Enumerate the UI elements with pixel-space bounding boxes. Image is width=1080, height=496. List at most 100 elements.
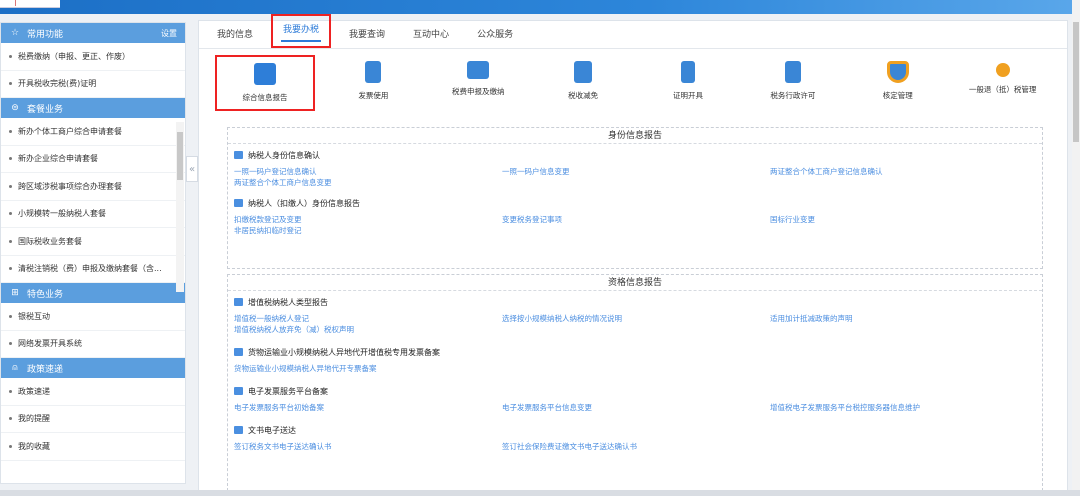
bullet-icon [9, 82, 12, 86]
id-card-icon [234, 199, 243, 207]
bullet-icon [9, 129, 12, 133]
sidebar-item[interactable]: 国际税收业务套餐 [1, 228, 185, 256]
link[interactable]: 签订税务文书电子送达确认书 [234, 441, 502, 452]
tab-bar: 我的信息 我要办税 我要查询 互动中心 公众服务 [199, 14, 1067, 49]
collapse-sidebar-button[interactable]: « [186, 156, 198, 182]
mail-icon [234, 426, 243, 434]
link[interactable]: 一照一码户登记信息确认 [234, 166, 502, 177]
tab-interaction[interactable]: 互动中心 [403, 22, 459, 48]
sidebar-item[interactable]: 我的提醒 [1, 406, 185, 433]
section-title: 资格信息报告 [228, 275, 1042, 291]
section-title: 身份信息报告 [228, 128, 1042, 144]
link[interactable]: 非居民纳扣临时登记 [234, 225, 502, 236]
sidebar-section-features[interactable]: ⊞ 特色业务 [1, 283, 185, 303]
link[interactable]: 扣缴税款登记及变更 [234, 214, 502, 225]
invoice-icon [234, 387, 243, 395]
sidebar-section-packages[interactable]: ⊜ 套餐业务 [1, 98, 185, 118]
tab-my-info[interactable]: 我的信息 [207, 22, 263, 48]
tab-public-service[interactable]: 公众服务 [467, 22, 523, 48]
sidebar-item[interactable]: 新办个体工商户综合申请套餐 [1, 118, 185, 146]
grid-icon: ⊞ [11, 288, 19, 298]
section-qualification-report: 资格信息报告 增值税纳税人类型报告 增值税一般纳税人登记 选择按小规模纳税人纳税… [227, 274, 1043, 496]
bullet-icon [9, 314, 12, 318]
link[interactable]: 变更税务登记事项 [502, 214, 770, 225]
bullet-icon [9, 267, 12, 271]
function-tax-reduction[interactable]: 税收减免 [531, 55, 636, 111]
link[interactable]: 一照一码户信息变更 [502, 166, 770, 177]
group: 纳税人身份信息确认 一照一码户登记信息确认 一照一码户信息变更 两证整合个体工商… [228, 144, 1042, 188]
link[interactable]: 增值税纳税人放弃免（减）税权声明 [234, 324, 502, 335]
sidebar-section-title: 政策速递 [27, 364, 64, 375]
link[interactable]: 国标行业变更 [770, 214, 1038, 225]
sidebar-item[interactable]: 新办企业综合申请套餐 [1, 146, 185, 173]
sidebar: ☆ 常用功能 设置 税费缴纳（申报、更正、作废） 开具税收完税(费)证明 ⊜ 套… [0, 22, 186, 484]
star-icon: ☆ [10, 28, 20, 38]
bullet-icon [9, 184, 12, 188]
link[interactable]: 两证整合个体工商户信息变更 [234, 177, 502, 188]
user-check-icon [234, 151, 243, 159]
bullet-icon [9, 54, 12, 58]
sidebar-item[interactable]: 网络发票开具系统 [1, 331, 185, 358]
sidebar-section-policy[interactable]: ⍝ 政策速递 [1, 358, 185, 378]
sidebar-section-title: 特色业务 [27, 289, 64, 300]
function-admin-permit[interactable]: 税务行政许可 [740, 55, 845, 111]
bullet-icon [9, 342, 12, 346]
group: 增值税纳税人类型报告 增值税一般纳税人登记 选择按小规模纳税人纳税的情况说明 适… [228, 291, 1042, 335]
top-banner: | [0, 0, 1080, 14]
person-icon: ⍝ [12, 363, 18, 373]
bottom-bar [0, 490, 1080, 496]
function-assessment[interactable]: 核定管理 [845, 55, 950, 111]
link[interactable]: 选择按小规模纳税人纳税的情况说明 [502, 313, 770, 324]
link[interactable]: 电子发票服务平台信息变更 [502, 402, 770, 413]
permit-icon [784, 61, 801, 83]
tab-query[interactable]: 我要查询 [339, 22, 395, 48]
shield-icon [886, 61, 909, 83]
link[interactable]: 两证整合个体工商户登记信息确认 [770, 166, 1038, 177]
sidebar-item[interactable]: 小规模转一般纳税人套餐 [1, 201, 185, 228]
page-scrollbar[interactable] [1072, 0, 1080, 496]
brand-logo: | [0, 0, 60, 8]
function-refund[interactable]: 一般退（抵）税管理 [950, 55, 1055, 111]
function-invoice-use[interactable]: 发票使用 [321, 55, 426, 111]
document-icon [234, 298, 243, 306]
function-comprehensive-report[interactable]: 综合信息报告 [215, 55, 315, 111]
function-certificate[interactable]: 证明开具 [636, 55, 741, 111]
group: 文书电子送达 签订税务文书电子送达确认书 签订社会保险费证缴文书电子送达确认书 [228, 419, 1042, 452]
bullet-icon [9, 444, 12, 448]
document-icon [365, 61, 382, 83]
sidebar-section-title: 常用功能 [27, 29, 64, 40]
bullet-icon [9, 212, 12, 216]
bullet-icon [9, 239, 12, 243]
certificate-icon [681, 61, 695, 83]
sidebar-item[interactable]: 政策速递 [1, 378, 185, 406]
link[interactable]: 电子发票服务平台初始备案 [234, 402, 502, 413]
sidebar-item[interactable]: 我的收藏 [1, 433, 185, 461]
sidebar-section-common[interactable]: ☆ 常用功能 设置 [1, 23, 185, 43]
section-identity-report: 身份信息报告 纳税人身份信息确认 一照一码户登记信息确认 一照一码户信息变更 两… [227, 127, 1043, 269]
main-panel: 我的信息 我要办税 我要查询 互动中心 公众服务 综合信息报告 发票使用 税费申… [198, 14, 1068, 496]
monitor-chart-icon [254, 63, 276, 85]
sidebar-section-title: 套餐业务 [27, 104, 64, 115]
package-icon: ⊜ [11, 103, 19, 113]
group: 纳税人（扣缴人）身份信息报告 扣缴税款登记及变更 变更税务登记事项 国标行业变更… [228, 192, 1042, 236]
tab-tax-handling[interactable]: 我要办税 [271, 14, 332, 48]
scrollbar-thumb[interactable] [1073, 22, 1079, 142]
settings-link[interactable]: 设置 [161, 28, 177, 39]
link[interactable]: 货物运输业小规模纳税人异地代开专票备案 [234, 363, 502, 374]
link[interactable]: 增值税一般纳税人登记 [234, 313, 502, 324]
function-tax-declaration[interactable]: 税费申报及缴纳 [426, 55, 531, 111]
sidebar-item[interactable]: 税费缴纳（申报、更正、作废） [1, 43, 185, 71]
link[interactable]: 适用加计抵减政策的声明 [770, 313, 1038, 324]
link[interactable]: 增值税电子发票服务平台税控服务器信息维护 [770, 402, 1038, 413]
bullet-icon [9, 417, 12, 421]
org-tree-icon [995, 63, 1010, 77]
sidebar-item[interactable]: 银税互动 [1, 303, 185, 331]
link[interactable]: 签订社会保险费证缴文书电子送达确认书 [502, 441, 770, 452]
sidebar-item[interactable]: 跨区域涉税事项综合办理套餐 [1, 173, 185, 201]
scrollbar-thumb[interactable] [177, 132, 183, 180]
computer-icon [467, 61, 490, 79]
truck-icon [234, 348, 243, 356]
sidebar-scrollbar[interactable] [176, 122, 184, 292]
sidebar-item[interactable]: 开具税收完税(费)证明 [1, 71, 185, 98]
sidebar-item[interactable]: 清税注销税（费）申报及缴纳套餐（含... [1, 256, 185, 283]
